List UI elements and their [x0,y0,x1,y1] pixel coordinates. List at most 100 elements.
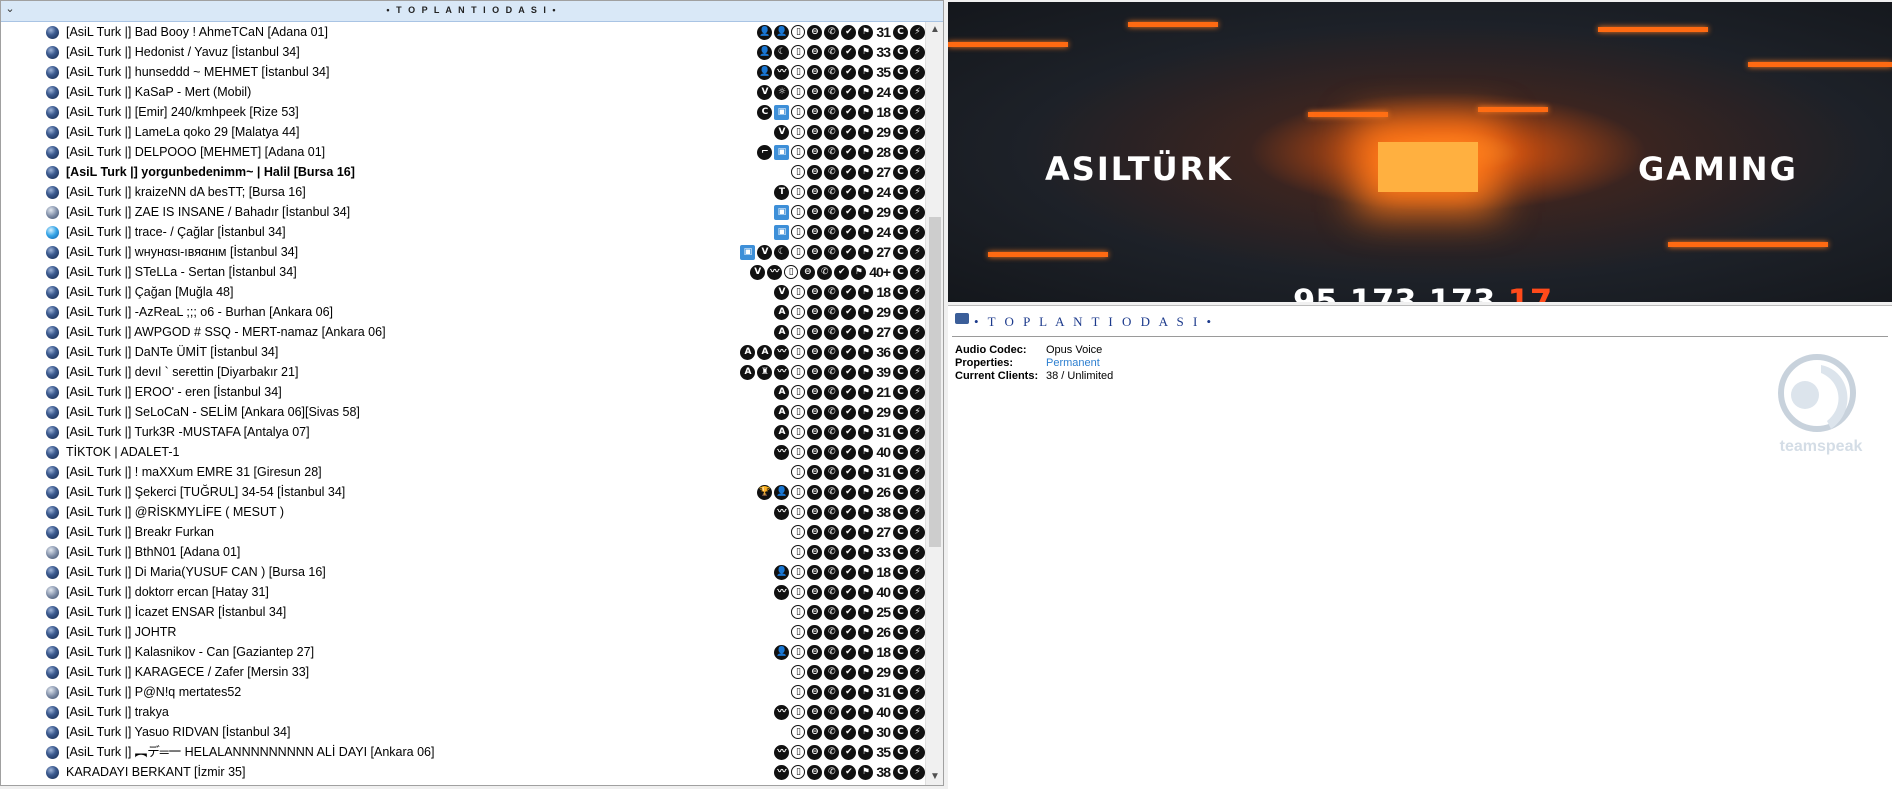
whatsapp-badge-icon: ✆ [824,484,840,500]
client-row[interactable]: [AsiL Turk |] kraizeNN dA besTT; [Bursa … [1,182,925,202]
client-row[interactable]: [AsiL Turk |] -AzReaL ;;; o6 - Burhan [A… [1,302,925,322]
client-row[interactable]: [AsiL Turk |] trace- / Çağlar [İstanbul … [1,222,925,242]
client-row[interactable]: [AsiL Turk |] @RİSKMYLİFE ( MESUT ) ⚡ C 38 ⚑… [1,502,925,522]
client-row[interactable]: [AsiL Turk |] doktorr ercan [Hatay 31] ⚡ C… [1,582,925,602]
client-row[interactable]: [AsiL Turk |] Şekerci [TUĞRUL] 34-54 [İs… [1,482,925,502]
property-row: Current Clients: 38 / Unlimited [955,370,1114,382]
phone-badge-icon: ▯ [791,45,806,59]
client-row[interactable]: [AsiL Turk |] Bad Booy ! AhmeTCaN [Adana… [1,22,925,42]
phone-badge-icon: ▯ [791,725,806,739]
client-row[interactable]: [AsiL Turk |] yorgunbedenimm~ | Halil [B… [1,162,925,182]
verified-badge-icon: ✔ [841,104,857,120]
steam-badge-icon: ⚑ [858,504,874,520]
csgo-badge-icon: C [893,224,908,240]
divider [952,336,1888,337]
phone-badge-icon: ▯ [784,265,799,279]
client-row[interactable]: TİKTOK | ADALET-1 ⚡ C 40 ⚑ ✔ ✆ ⊖ ▯ 〰 [1,442,925,462]
age-badge: 27 [876,523,891,540]
client-row[interactable]: KARADAYI BERKANT [İzmir 35] ⚡ C 38 ⚑ ✔ ✆ ⊖ ▯ 〰 [1,762,925,782]
a-badge-icon: A [740,364,756,380]
client-row[interactable]: [AsiL Turk |] ! maXXum EMRE 31 [Giresun … [1,462,925,482]
scroll-up-icon[interactable]: ▲ [926,22,943,38]
client-row[interactable]: [AsiL Turk |] [Emir] 240/kmhpeek [Rize 5… [1,102,925,122]
client-badges: ⚡ C 24 ⚑ ✔ ✆ ⊖ ▯ T [774,182,925,202]
client-row[interactable]: [AsiL Turk |] wнунαѕι-ıвяαнιм [İstanbul … [1,242,925,262]
client-row[interactable]: [AsiL Turk |] P@N!q mertates52 ⚡ C 31 ⚑ ✔ ✆ ⊖ ▯ [1,682,925,702]
age-badge: 27 [876,323,891,340]
verified-badge-icon: ✔ [841,624,857,640]
client-row[interactable]: [AsiL Turk |] Turk3R -MUSTAFA [Antalya 0… [1,422,925,442]
client-row[interactable]: [AsiL Turk |] KARAGECE / Zafer [Mersin 3… [1,662,925,682]
scroll-thumb[interactable] [929,217,941,547]
client-row[interactable]: [AsiL Turk |] KaSaP - Mert (Mobil) ⚡ C 24 ⚑ ✔… [1,82,925,102]
client-row[interactable]: [AsiL Turk |] Hedonist / Yavuz [İstanbul… [1,42,925,62]
client-row[interactable]: [AsiL Turk |] Çağan [Muğla 48] ⚡ C 18 ⚑ ✔ ✆ ⊖ ▯ V [1,282,925,302]
client-badges: ⚡ C 33 ⚑ ✔ ✆ ⊖ ▯ [791,542,925,562]
client-name: TİKTOK | ADALET-1 [66,445,180,459]
csgo-badge-icon: C [893,204,908,220]
client-row[interactable]: [AsiL Turk |] DELPOOO [MEHMET] [Adana 01… [1,142,925,162]
client-status-icon [46,426,59,439]
user-badge-icon: 👤 [757,24,773,40]
client-status-icon [46,766,59,779]
csgo-badge-icon: C [893,444,908,460]
client-status-icon [46,406,59,419]
csgo-badge-icon: C [893,284,908,300]
scroll-down-icon[interactable]: ▼ [926,769,943,785]
age-badge: 40 [876,703,891,720]
client-row[interactable]: [AsiL Turk |] ︻デ═一 HELALANNNNNNNNN ALİ D… [1,742,925,762]
phone-badge-icon: ▯ [791,245,806,259]
verified-badge-icon: ✔ [841,644,857,660]
client-name: [AsiL Turk |] wнунαѕι-ıвяαнιм [İstanbul … [66,245,299,259]
verified-badge-icon: ✔ [841,64,857,80]
user-badge-icon: 👤 [774,564,790,580]
client-row[interactable]: [AsiL Turk |] EROO' - eren [İstanbul 34]… [1,382,925,402]
client-row[interactable]: [AsiL Turk |] hunseddd ~ MEHMET [İstanbu… [1,62,925,82]
client-row[interactable]: [AsiL Turk |] STeLLa - Sertan [İstanbul … [1,262,925,282]
steam-badge-icon: ⚑ [858,104,874,120]
age-badge: 35 [876,63,891,80]
client-name: [AsiL Turk |] Di Maria(YUSUF CAN ) [Burs… [66,565,326,579]
client-row[interactable]: [AsiL Turk |] JOHTR ⚡ C 26 ⚑ ✔ ✆ ⊖ ▯ [1,622,925,642]
scrollbar[interactable]: ▲ ▼ [925,22,943,785]
client-badges: ⚡ C 29 ⚑ ✔ ✆ ⊖ ▯ A [774,402,925,422]
client-badges: ⚡ C 38 ⚑ ✔ ✆ ⊖ ▯ 〰 [774,762,925,782]
client-badges: ⚡ C 31 ⚑ ✔ ✆ ⊖ ▯ [791,462,925,482]
client-row[interactable]: [AsiL Turk |] LameLa qoko 29 [Malatya 44… [1,122,925,142]
client-status-icon [46,546,59,559]
channel-header[interactable]: ⌄ • T O P L A N T I O D A S I • [1,1,943,22]
client-row[interactable]: [AsiL Turk |] Breakr Furkan ⚡ C 27 ⚑ ✔ ✆ ⊖ ▯ [1,522,925,542]
client-row[interactable]: [AsiL Turk |] Di Maria(YUSUF CAN ) [Burs… [1,562,925,582]
age-badge: 38 [876,503,891,520]
client-status-icon [46,366,59,379]
phone-badge-icon: ▯ [791,705,806,719]
client-row[interactable]: [AsiL Turk |] DaNTe ÜMİT [İstanbul 34] ⚡ C… [1,342,925,362]
client-status-icon [46,266,59,279]
lightning-badge-icon: ⚡ [910,384,925,400]
permanent-link[interactable]: Permanent [1046,357,1100,369]
verified-badge-icon: ✔ [841,304,857,320]
teamspeak-logo: teamspeak [1778,354,1862,455]
age-badge: 30 [876,723,891,740]
age-badge: 31 [876,683,891,700]
mute-badge-icon: ⊖ [807,444,823,460]
client-row[interactable]: [AsiL Turk |] Kalasnikov - Can [Gaziante… [1,642,925,662]
v-badge-icon: V [757,84,773,100]
client-name: [AsiL Turk |] KARAGECE / Zafer [Mersin 3… [66,665,310,679]
steam-badge-icon: ⚑ [858,424,874,440]
verified-badge-icon: ✔ [841,584,857,600]
client-row[interactable]: [AsiL Turk |] İcazet ENSAR [İstanbul 34]… [1,602,925,622]
lightning-badge-icon: ⚡ [910,664,925,680]
client-row[interactable]: [AsiL Turk |] SeLoCaN - SELİM [Ankara 06… [1,402,925,422]
client-row[interactable]: [AsiL Turk |] AWPGOD # SSQ - MERT-namaz … [1,322,925,342]
verified-badge-icon: ✔ [841,724,857,740]
client-row[interactable]: [AsiL Turk |] trakya ⚡ C 40 ⚑ ✔ ✆ ⊖ ▯ 〰 [1,702,925,722]
phone-badge-icon: ▯ [791,85,806,99]
client-badges: ⚡ C 25 ⚑ ✔ ✆ ⊖ ▯ [791,602,925,622]
client-row[interactable]: [AsiL Turk |] Yasuo RIDVAN [İstanbul 34]… [1,722,925,742]
client-row[interactable]: [AsiL Turk |] devıl ` seғettin [Diyarbak… [1,362,925,382]
client-row[interactable]: [AsiL Turk |] BthN01 [Adana 01] ⚡ C 33 ⚑ ✔ ✆ ⊖ ▯ [1,542,925,562]
lightning-badge-icon: ⚡ [910,24,925,40]
client-name: [AsiL Turk |] trace- / Çağlar [İstanbul … [66,225,286,239]
client-row[interactable]: [AsiL Turk |] ZAE IS INSANE / Bahadır [İ… [1,202,925,222]
